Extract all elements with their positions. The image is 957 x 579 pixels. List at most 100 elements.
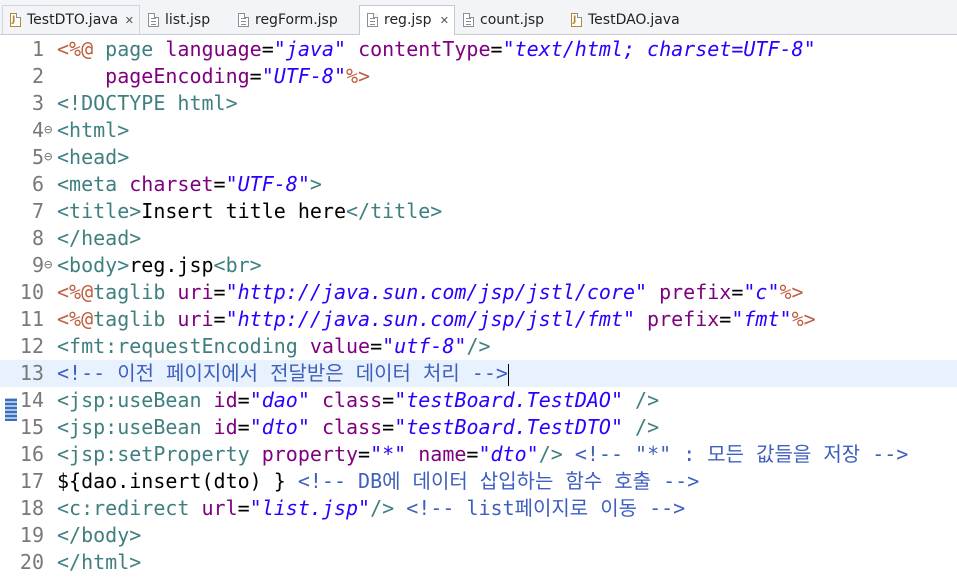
code-token-str: "http://java.sun.com/jsp/jstl/fmt" <box>225 307 635 331</box>
code-token-tag: <br> <box>213 253 262 277</box>
line-number: 5 <box>31 145 44 169</box>
line-number: 19 <box>19 523 44 547</box>
code-token-str: "dto" <box>249 415 310 439</box>
close-icon[interactable]: ✕ <box>440 6 449 35</box>
fold-toggle-icon[interactable]: ⊖ <box>44 117 56 144</box>
code-token-attr: contentType <box>358 37 491 61</box>
code-text: <!-- 이전 페이지에서 전달받은 데이터 처리 --> <box>57 360 509 387</box>
code-line[interactable]: 17 ${dao.insert(dto) } <!-- DB에 데이터 삽입하는 … <box>0 468 957 495</box>
code-line[interactable]: 15 <jsp:useBean id="dto" class="testBoard… <box>0 414 957 441</box>
tab-reg-jsp[interactable]: reg.jsp ✕ <box>359 5 455 35</box>
tab-regform-jsp[interactable]: regForm.jsp <box>230 5 358 34</box>
line-number: 11 <box>19 307 44 331</box>
code-token-tag: </title> <box>346 199 443 223</box>
code-token-plain: = <box>213 280 226 304</box>
code-token-str: "dao" <box>249 388 310 412</box>
code-token-str: "utf-8" <box>382 334 467 358</box>
code-token-attr: value <box>309 334 371 358</box>
code-line[interactable]: 6 <meta charset="UTF-8"> <box>0 171 957 198</box>
code-text: <fmt:requestEncoding value="utf-8"/> <box>57 333 491 360</box>
tab-label: reg.jsp <box>384 12 432 28</box>
code-token-str: "testBoard.TestDTO" <box>394 415 623 439</box>
code-token-com: <!-- "*" : 모든 값들을 저장 --> <box>574 442 909 466</box>
code-text: <c:redirect url="list.jsp"/> <!-- list페이… <box>57 495 685 522</box>
code-token-jsp: %> <box>791 307 816 331</box>
tab-testdao-java[interactable]: TestDAO.java <box>563 5 701 34</box>
code-token-tag: <meta <box>57 172 130 196</box>
code-line[interactable]: 11 <%@taglib uri="http://java.sun.com/jsp… <box>0 306 957 333</box>
line-number: 2 <box>31 64 44 88</box>
code-text: <!DOCTYPE html> <box>57 90 238 117</box>
line-number: 17 <box>19 469 44 493</box>
tab-count-jsp[interactable]: count.jsp <box>455 5 561 34</box>
code-line[interactable]: 14 <jsp:useBean id="dao" class="testBoard… <box>0 387 957 414</box>
code-token-tag: /> <box>635 388 660 412</box>
code-line[interactable]: 1 <%@ page language="java" contentType="t… <box>0 36 957 63</box>
code-token-jsp: <%@ <box>57 280 94 304</box>
code-line[interactable]: 2 pageEncoding="UTF-8"%> <box>0 63 957 90</box>
code-line[interactable]: 20 </html> <box>0 549 957 576</box>
code-token-attr: class <box>321 415 383 439</box>
code-text: <%@ page language="java" contentType="te… <box>57 36 816 63</box>
line-number: 12 <box>19 334 44 358</box>
editor-tab-bar: TestDTO.java ✕ list.jsp regForm.jsp reg.… <box>0 0 957 35</box>
code-line[interactable]: 7 <title>Insert title here</title> <box>0 198 957 225</box>
java-file-icon <box>571 13 582 27</box>
code-text: <title>Insert title here</title> <box>57 198 442 225</box>
line-number: 3 <box>31 91 44 115</box>
close-icon[interactable]: ✕ <box>125 6 134 35</box>
line-number: 15 <box>19 415 44 439</box>
code-token-attr: charset <box>129 172 214 196</box>
code-token-attr: property <box>261 442 359 466</box>
fold-toggle-icon[interactable]: ⊖ <box>44 144 56 171</box>
code-token-attr: class <box>321 388 383 412</box>
line-number: 4 <box>31 118 44 142</box>
code-text: <jsp:useBean id="dao" class="testBoard.T… <box>57 387 659 414</box>
code-token-jsp: <%@ <box>57 307 94 331</box>
code-token-attr: url <box>201 496 238 520</box>
code-line[interactable]: 13 <!-- 이전 페이지에서 전달받은 데이터 처리 --> <box>0 360 957 387</box>
code-token-attr: id <box>213 415 238 439</box>
code-token-tag: </html> <box>57 550 142 574</box>
code-line[interactable]: 9 ⊖ <body>reg.jsp<br> <box>0 252 957 279</box>
code-token-tag: /> <box>370 496 395 520</box>
line-number: 20 <box>19 550 44 574</box>
code-line[interactable]: 16 <jsp:setProperty property="*" name="dt… <box>0 441 957 468</box>
code-token-tag: <fmt:requestEncoding <box>57 334 310 358</box>
code-line[interactable]: 8 </head> <box>0 225 957 252</box>
code-line[interactable]: 3 <!DOCTYPE html> <box>0 90 957 117</box>
code-line[interactable]: 12 <fmt:requestEncoding value="utf-8"/> <box>0 333 957 360</box>
code-token-tag: taglib <box>93 307 178 331</box>
code-token-tag: <jsp:setProperty <box>57 442 262 466</box>
code-line[interactable]: 18 <c:redirect url="list.jsp"/> <!-- list… <box>0 495 957 522</box>
line-number: 8 <box>31 226 44 250</box>
code-token-plain: ${dao.insert(dto) } <box>57 469 298 493</box>
code-text: <%@taglib uri="http://java.sun.com/jsp/j… <box>57 306 816 333</box>
code-token-str: "UTF-8" <box>261 64 347 88</box>
code-token-tag: </head> <box>57 226 142 250</box>
code-text: <head> <box>57 144 129 171</box>
tab-testdto-java[interactable]: TestDTO.java ✕ <box>2 5 140 34</box>
code-line[interactable]: 4 ⊖ <html> <box>0 117 957 144</box>
fold-toggle-icon[interactable]: ⊖ <box>44 252 56 279</box>
code-token-plain: = <box>466 442 479 466</box>
text-cursor <box>507 363 509 386</box>
code-token-tag: taglib <box>93 280 178 304</box>
line-number: 13 <box>19 361 44 385</box>
code-text: <body>reg.jsp<br> <box>57 252 262 279</box>
tab-label: count.jsp <box>480 12 545 28</box>
code-token-attr: prefix <box>647 307 720 331</box>
code-text: <meta charset="UTF-8"> <box>57 171 322 198</box>
tab-list-jsp[interactable]: list.jsp <box>140 5 230 34</box>
code-editor[interactable]: 1 <%@ page language="java" contentType="t… <box>0 35 957 579</box>
code-token-str: "list.jsp" <box>249 496 371 520</box>
code-line[interactable]: 19 </body> <box>0 522 957 549</box>
code-line[interactable]: 5 ⊖ <head> <box>0 144 957 171</box>
code-line[interactable]: 10 <%@taglib uri="http://java.sun.com/jsp… <box>0 279 957 306</box>
code-token-str: "http://java.sun.com/jsp/jstl/core" <box>225 280 648 304</box>
